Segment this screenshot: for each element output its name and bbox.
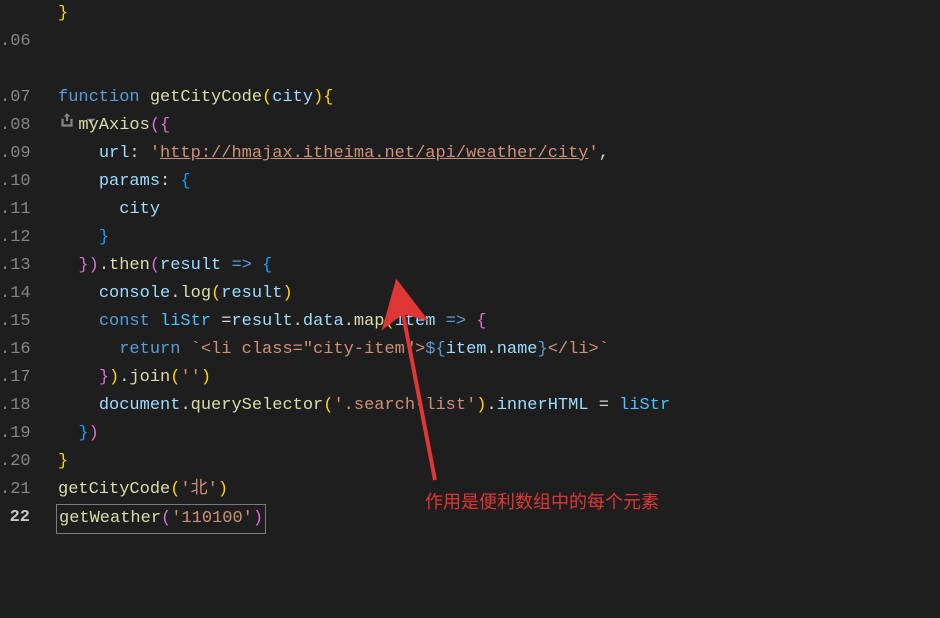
line-number: .15 [0,308,30,336]
line-number: .11 [0,196,30,224]
annotation-arrow [395,300,455,490]
function-call: getCityCode [58,480,170,499]
code-line[interactable]: } [58,0,940,28]
line-number-current: 22 [0,504,30,532]
code-editor: .06 .07 .08 .09 .10 .11 .12 .13 .14 .15 … [0,0,940,618]
annotation-text: 作用是便利数组中的每个元素 [425,488,659,516]
property-key: params [99,172,160,191]
line-number: .06 [0,28,30,56]
line-number: .16 [0,336,30,364]
line-number [0,56,30,84]
line-number-gutter: .06 .07 .08 .09 .10 .11 .12 .13 .14 .15 … [0,0,40,618]
string-url: http://hmajax.itheima.net/api/weather/ci… [160,144,588,163]
document-object: document [99,396,181,415]
code-line[interactable]: myAxios({ [58,112,940,140]
code-line[interactable]: }).then(result => { [58,252,940,280]
property-key: url [99,144,130,163]
line-number [0,0,30,28]
line-number: .18 [0,392,30,420]
code-line[interactable]: function getCityCode(city){ [58,84,940,112]
line-number: .12 [0,224,30,252]
keyword-return: return [119,340,180,359]
code-line[interactable]: document.querySelector('.search-list').i… [58,392,940,420]
line-number: .14 [0,280,30,308]
code-line[interactable]: }) [58,420,940,448]
code-line[interactable]: } [58,448,940,476]
line-number: .21 [0,476,30,504]
method-then: then [109,256,150,275]
code-line[interactable]: }).join('') [58,364,940,392]
code-line[interactable]: console.log(result) [58,280,940,308]
line-number: .13 [0,252,30,280]
line-number: .08 [0,112,30,140]
line-number: .10 [0,168,30,196]
method-log: log [180,284,211,303]
function-name: getCityCode [150,88,262,107]
parameter: city [272,88,313,107]
code-line[interactable] [58,28,940,56]
method-join: join [129,368,170,387]
parameter: result [160,256,221,275]
code-line[interactable]: return `<li class="city-item">${item.nam… [58,336,940,364]
line-number: .09 [0,140,30,168]
code-line[interactable]: url: 'http://hmajax.itheima.net/api/weat… [58,140,940,168]
code-line[interactable]: const liStr =result.data.map(item => { [58,308,940,336]
code-line[interactable]: } [58,224,940,252]
function-call: myAxios [78,116,149,135]
keyword-function: function [58,88,140,107]
line-number: .07 [0,84,30,112]
console-object: console [99,284,170,303]
code-line[interactable]: params: { [58,168,940,196]
method-map: map [354,312,385,331]
code-line[interactable]: city [58,196,940,224]
method-queryselector: querySelector [191,396,324,415]
function-call: getWeather [59,509,161,528]
line-number: .20 [0,448,30,476]
line-number: .17 [0,364,30,392]
cursor-selection: getWeather('110100') [56,504,266,534]
codelens-line[interactable] [58,56,940,84]
code-content[interactable]: } function getCityCode(city){ myAxios({ … [40,0,940,618]
variable-name: liStr [160,312,211,331]
line-number: .19 [0,420,30,448]
keyword-const: const [99,312,150,331]
property-shorthand: city [119,200,160,219]
